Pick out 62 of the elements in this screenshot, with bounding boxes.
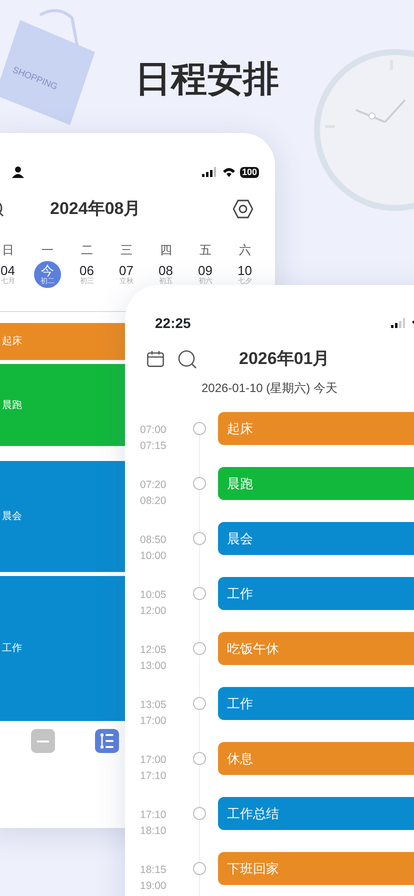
start-time: 17:10 (140, 808, 168, 823)
end-time: 07:15 (140, 439, 168, 454)
wifi-icon (222, 167, 236, 177)
end-time: 17:00 (140, 714, 168, 729)
settings-icon[interactable] (233, 199, 253, 219)
weekday-label: 五 (199, 242, 212, 259)
event-block[interactable]: 工作 (218, 577, 414, 610)
calendar-tab[interactable] (31, 729, 55, 753)
start-time: 08:50 (140, 533, 168, 548)
completion-checkbox[interactable] (193, 587, 206, 600)
event-block[interactable]: 工作 (218, 687, 414, 720)
status-time: 22:25 (155, 314, 191, 332)
completion-checkbox[interactable] (193, 697, 206, 710)
start-time: 12:05 (140, 643, 168, 658)
start-time: 13:05 (140, 698, 168, 713)
event-block[interactable]: 晨会 (0, 461, 125, 572)
completion-checkbox[interactable] (193, 422, 206, 435)
signal-icon (391, 318, 405, 328)
start-time: 10:05 (140, 588, 168, 603)
event-block[interactable]: 工作总结 (218, 797, 414, 830)
end-time: 18:10 (140, 824, 168, 839)
completion-checkbox[interactable] (193, 807, 206, 820)
end-time: 19:00 (140, 879, 168, 894)
completion-checkbox[interactable] (193, 862, 206, 875)
start-time: 17:00 (140, 753, 168, 768)
completion-checkbox[interactable] (193, 532, 206, 545)
weekday-label: 三 (120, 242, 132, 259)
event-block[interactable]: 工作 (0, 576, 125, 721)
person-icon (12, 166, 24, 178)
headline: 日程安排 (135, 57, 279, 102)
month-title: 2024年08月 (50, 198, 141, 220)
list-tab[interactable] (95, 729, 119, 753)
event-block[interactable]: 晨跑 (0, 364, 125, 446)
completion-checkbox[interactable] (193, 642, 206, 655)
search-icon[interactable] (178, 350, 197, 368)
end-time: 10:00 (140, 549, 168, 564)
weekday-label: 四 (160, 242, 172, 259)
completion-checkbox[interactable] (193, 752, 206, 765)
weekday-label: 二 (80, 242, 93, 259)
event-block[interactable]: 下班回家 (218, 852, 414, 885)
end-time: 13:00 (140, 659, 168, 674)
weekday-label: 六 (238, 242, 251, 259)
start-time: 07:20 (140, 478, 168, 493)
weekday-label: 日 (2, 242, 14, 259)
end-time: 12:00 (140, 604, 168, 619)
month-title: 2026年01月 (239, 348, 330, 370)
event-block[interactable]: 晨会 (218, 522, 414, 555)
event-block[interactable]: 休息 (218, 742, 414, 775)
start-time: 07:00 (140, 423, 168, 438)
event-block[interactable]: 吃饭午休 (218, 632, 414, 665)
weekday-label: 一 (41, 242, 54, 259)
date-subtitle: 2026-01-10 (星期六) 今天 (200, 380, 339, 397)
event-block[interactable]: 起床 (218, 412, 414, 445)
start-time: 18:15 (140, 863, 168, 878)
event-block[interactable]: 晨跑 (218, 467, 414, 500)
list-icon (98, 732, 116, 750)
completion-checkbox[interactable] (193, 477, 206, 490)
battery-indicator: 100 (240, 166, 259, 178)
end-time: 17:10 (140, 769, 168, 784)
signal-icon (202, 167, 216, 177)
event-block[interactable]: 起床 (0, 323, 125, 360)
end-time: 08:20 (140, 494, 168, 509)
